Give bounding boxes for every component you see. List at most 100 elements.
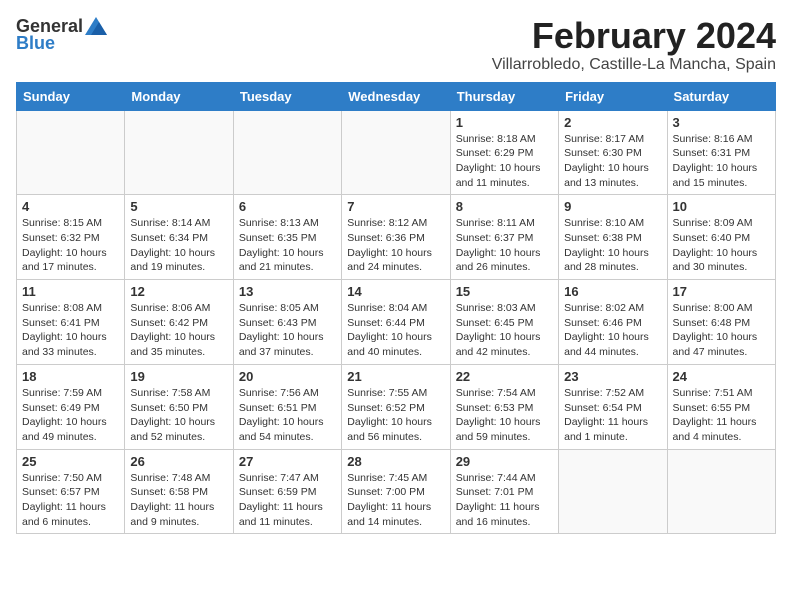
table-row: 13Sunrise: 8:05 AM Sunset: 6:43 PM Dayli… <box>233 280 341 365</box>
col-wednesday: Wednesday <box>342 82 450 110</box>
day-info: Sunrise: 7:59 AM Sunset: 6:49 PM Dayligh… <box>22 386 119 445</box>
day-info: Sunrise: 8:09 AM Sunset: 6:40 PM Dayligh… <box>673 216 770 275</box>
day-info: Sunrise: 8:14 AM Sunset: 6:34 PM Dayligh… <box>130 216 227 275</box>
day-info: Sunrise: 8:10 AM Sunset: 6:38 PM Dayligh… <box>564 216 661 275</box>
col-sunday: Sunday <box>17 82 125 110</box>
day-number: 17 <box>673 284 770 299</box>
day-number: 28 <box>347 454 444 469</box>
table-row <box>233 110 341 195</box>
table-row: 25 Sunrise: 7:50 AM Sunset: 6:57 PM Dayli… <box>17 449 125 534</box>
table-row: 15 Sunrise: 8:03 AM Sunset: 6:45 PM Dayli… <box>450 280 558 365</box>
day-info: Sunrise: 7:51 AM Sunset: 6:55 PM Dayligh… <box>673 386 770 445</box>
day-number: 10 <box>673 199 770 214</box>
table-row: 14 Sunrise: 8:04 AM Sunset: 6:44 PM Dayli… <box>342 280 450 365</box>
day-info: Sunrise: 8:00 AM Sunset: 6:48 PM Dayligh… <box>673 301 770 360</box>
table-row <box>342 110 450 195</box>
title-area: February 2024 Villarrobledo, Castille-La… <box>492 16 776 74</box>
day-number: 18 <box>22 369 119 384</box>
table-row <box>17 110 125 195</box>
day-info: Sunrise: 7:52 AM Sunset: 6:54 PM Dayligh… <box>564 386 661 445</box>
table-row: 26 Sunrise: 7:48 AM Sunset: 6:58 PM Dayli… <box>125 449 233 534</box>
day-number: 8 <box>456 199 553 214</box>
day-number: 7 <box>347 199 444 214</box>
day-number: 22 <box>456 369 553 384</box>
day-info: Sunrise: 8:02 AM Sunset: 6:46 PM Dayligh… <box>564 301 661 360</box>
col-saturday: Saturday <box>667 82 775 110</box>
day-info: Sunrise: 8:08 AM Sunset: 6:41 PM Dayligh… <box>22 301 119 360</box>
table-row: 6 Sunrise: 8:13 AM Sunset: 6:35 PM Daylig… <box>233 195 341 280</box>
logo: General Blue <box>16 16 107 54</box>
table-row: 5 Sunrise: 8:14 AM Sunset: 6:34 PM Daylig… <box>125 195 233 280</box>
table-row: 27 Sunrise: 7:47 AM Sunset: 6:59 PM Dayli… <box>233 449 341 534</box>
table-row: 17 Sunrise: 8:00 AM Sunset: 6:48 PM Dayli… <box>667 280 775 365</box>
day-number: 16 <box>564 284 661 299</box>
logo-blue-text: Blue <box>16 33 55 54</box>
day-info: Sunrise: 8:16 AM Sunset: 6:31 PM Dayligh… <box>673 132 770 191</box>
day-info: Sunrise: 7:45 AM Sunset: 7:00 PM Dayligh… <box>347 471 444 530</box>
day-number: 21 <box>347 369 444 384</box>
table-row: 7 Sunrise: 8:12 AM Sunset: 6:36 PM Daylig… <box>342 195 450 280</box>
table-row <box>667 449 775 534</box>
day-number: 6 <box>239 199 336 214</box>
col-tuesday: Tuesday <box>233 82 341 110</box>
day-number: 29 <box>456 454 553 469</box>
table-row: 24Sunrise: 7:51 AM Sunset: 6:55 PM Dayli… <box>667 364 775 449</box>
day-info: Sunrise: 8:15 AM Sunset: 6:32 PM Dayligh… <box>22 216 119 275</box>
table-row: 2Sunrise: 8:17 AM Sunset: 6:30 PM Daylig… <box>559 110 667 195</box>
calendar-header: Sunday Monday Tuesday Wednesday Thursday… <box>17 82 776 110</box>
table-row <box>125 110 233 195</box>
day-info: Sunrise: 7:47 AM Sunset: 6:59 PM Dayligh… <box>239 471 336 530</box>
day-number: 20 <box>239 369 336 384</box>
day-number: 15 <box>456 284 553 299</box>
table-row: 28 Sunrise: 7:45 AM Sunset: 7:00 PM Dayli… <box>342 449 450 534</box>
day-info: Sunrise: 8:17 AM Sunset: 6:30 PM Dayligh… <box>564 132 661 191</box>
logo-icon <box>85 17 107 35</box>
day-number: 11 <box>22 284 119 299</box>
day-number: 1 <box>456 115 553 130</box>
day-number: 12 <box>130 284 227 299</box>
day-info: Sunrise: 8:03 AM Sunset: 6:45 PM Dayligh… <box>456 301 553 360</box>
day-info: Sunrise: 7:48 AM Sunset: 6:58 PM Dayligh… <box>130 471 227 530</box>
day-info: Sunrise: 8:12 AM Sunset: 6:36 PM Dayligh… <box>347 216 444 275</box>
day-number: 19 <box>130 369 227 384</box>
day-number: 26 <box>130 454 227 469</box>
day-info: Sunrise: 7:56 AM Sunset: 6:51 PM Dayligh… <box>239 386 336 445</box>
day-number: 25 <box>22 454 119 469</box>
day-info: Sunrise: 7:50 AM Sunset: 6:57 PM Dayligh… <box>22 471 119 530</box>
col-monday: Monday <box>125 82 233 110</box>
day-number: 5 <box>130 199 227 214</box>
day-info: Sunrise: 8:04 AM Sunset: 6:44 PM Dayligh… <box>347 301 444 360</box>
day-info: Sunrise: 7:58 AM Sunset: 6:50 PM Dayligh… <box>130 386 227 445</box>
table-row: 23 Sunrise: 7:52 AM Sunset: 6:54 PM Dayli… <box>559 364 667 449</box>
col-friday: Friday <box>559 82 667 110</box>
day-info: Sunrise: 8:05 AM Sunset: 6:43 PM Dayligh… <box>239 301 336 360</box>
table-row <box>559 449 667 534</box>
table-row: 22Sunrise: 7:54 AM Sunset: 6:53 PM Dayli… <box>450 364 558 449</box>
table-row: 11 Sunrise: 8:08 AM Sunset: 6:41 PM Dayli… <box>17 280 125 365</box>
table-row: 16 Sunrise: 8:02 AM Sunset: 6:46 PM Dayli… <box>559 280 667 365</box>
main-title: February 2024 <box>492 16 776 56</box>
day-number: 4 <box>22 199 119 214</box>
page-header: General Blue February 2024 Villarrobledo… <box>16 16 776 74</box>
day-number: 9 <box>564 199 661 214</box>
day-info: Sunrise: 7:44 AM Sunset: 7:01 PM Dayligh… <box>456 471 553 530</box>
table-row: 1 Sunrise: 8:18 AM Sunset: 6:29 PM Daylig… <box>450 110 558 195</box>
table-row: 18 Sunrise: 7:59 AM Sunset: 6:49 PM Dayli… <box>17 364 125 449</box>
col-thursday: Thursday <box>450 82 558 110</box>
table-row: 20 Sunrise: 7:56 AM Sunset: 6:51 PM Dayli… <box>233 364 341 449</box>
table-row: 9 Sunrise: 8:10 AM Sunset: 6:38 PM Daylig… <box>559 195 667 280</box>
table-row: 29 Sunrise: 7:44 AM Sunset: 7:01 PM Dayli… <box>450 449 558 534</box>
table-row: 8 Sunrise: 8:11 AM Sunset: 6:37 PM Daylig… <box>450 195 558 280</box>
calendar-body: 1 Sunrise: 8:18 AM Sunset: 6:29 PM Daylig… <box>17 110 776 534</box>
day-info: Sunrise: 7:55 AM Sunset: 6:52 PM Dayligh… <box>347 386 444 445</box>
day-info: Sunrise: 8:06 AM Sunset: 6:42 PM Dayligh… <box>130 301 227 360</box>
day-info: Sunrise: 8:11 AM Sunset: 6:37 PM Dayligh… <box>456 216 553 275</box>
table-row: 4 Sunrise: 8:15 AM Sunset: 6:32 PM Daylig… <box>17 195 125 280</box>
table-row: 10 Sunrise: 8:09 AM Sunset: 6:40 PM Dayli… <box>667 195 775 280</box>
day-number: 27 <box>239 454 336 469</box>
day-info: Sunrise: 8:13 AM Sunset: 6:35 PM Dayligh… <box>239 216 336 275</box>
day-number: 14 <box>347 284 444 299</box>
day-info: Sunrise: 8:18 AM Sunset: 6:29 PM Dayligh… <box>456 132 553 191</box>
table-row: 12 Sunrise: 8:06 AM Sunset: 6:42 PM Dayli… <box>125 280 233 365</box>
day-number: 23 <box>564 369 661 384</box>
